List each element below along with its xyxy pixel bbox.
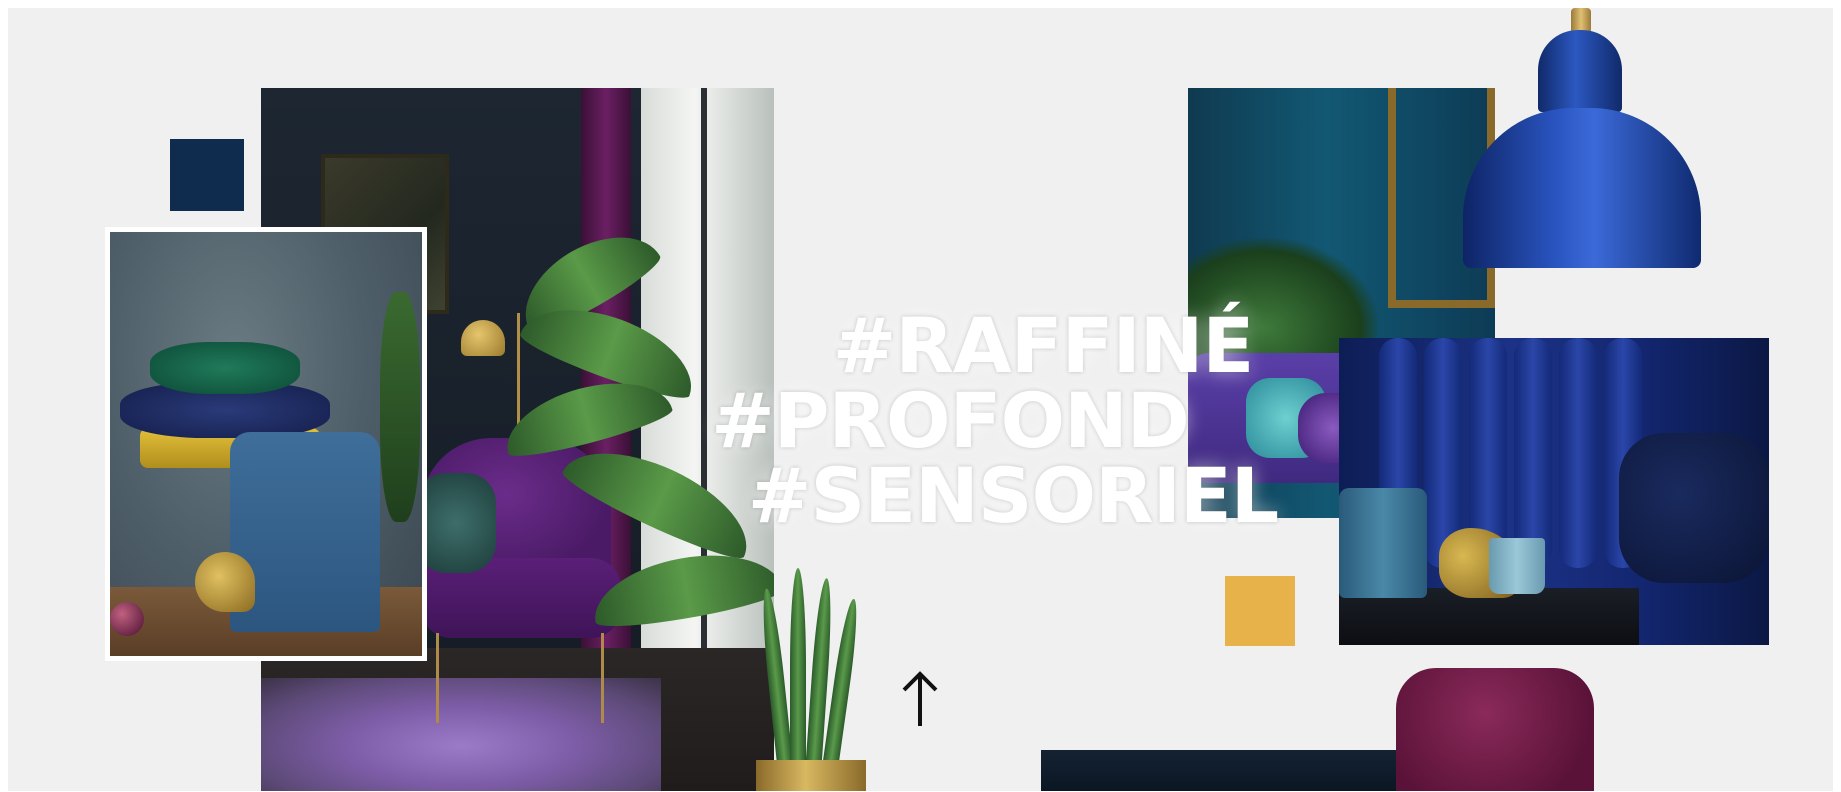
- glass-orb: [110, 602, 144, 636]
- yellow-color-swatch: [1225, 576, 1295, 646]
- armchair-cushion: [416, 473, 496, 573]
- headline-line-1: #RAFFINÉ: [832, 301, 1255, 390]
- inset-plant: [380, 292, 420, 522]
- navy-cushion: [1619, 433, 1769, 583]
- green-pillow: [150, 342, 300, 394]
- navy-cabinet: [1041, 750, 1401, 791]
- navy-color-swatch: [170, 139, 244, 211]
- brass-bird-figurine: [195, 552, 255, 612]
- blue-vase: [1339, 488, 1427, 598]
- blue-pendant-lamp: [1463, 108, 1701, 268]
- plum-velvet-pouf: [1396, 668, 1594, 791]
- arrow-up-icon: [902, 671, 938, 726]
- sofa-channel: [1514, 338, 1552, 568]
- sofa-channel: [1559, 338, 1597, 568]
- snake-plant-leaf: [790, 568, 806, 768]
- brass-planter: [756, 760, 866, 791]
- headline-line-3: #SENSORIEL: [747, 451, 1279, 540]
- armchair-leg: [436, 633, 439, 723]
- armchair-leg: [601, 633, 604, 723]
- floor-lamp-shade: [461, 320, 505, 356]
- inset-stool-photo: [105, 227, 427, 661]
- blue-sofa-photo: [1339, 338, 1769, 645]
- pendant-lamp-neck: [1538, 30, 1622, 112]
- blue-mug: [1489, 538, 1545, 594]
- headline: #RAFFINÉ #PROFOND #SENSORIEL: [638, 308, 1279, 534]
- headline-line-2: #PROFOND: [711, 376, 1190, 465]
- moodboard-canvas: #RAFFINÉ #PROFOND #SENSORIEL: [8, 8, 1833, 791]
